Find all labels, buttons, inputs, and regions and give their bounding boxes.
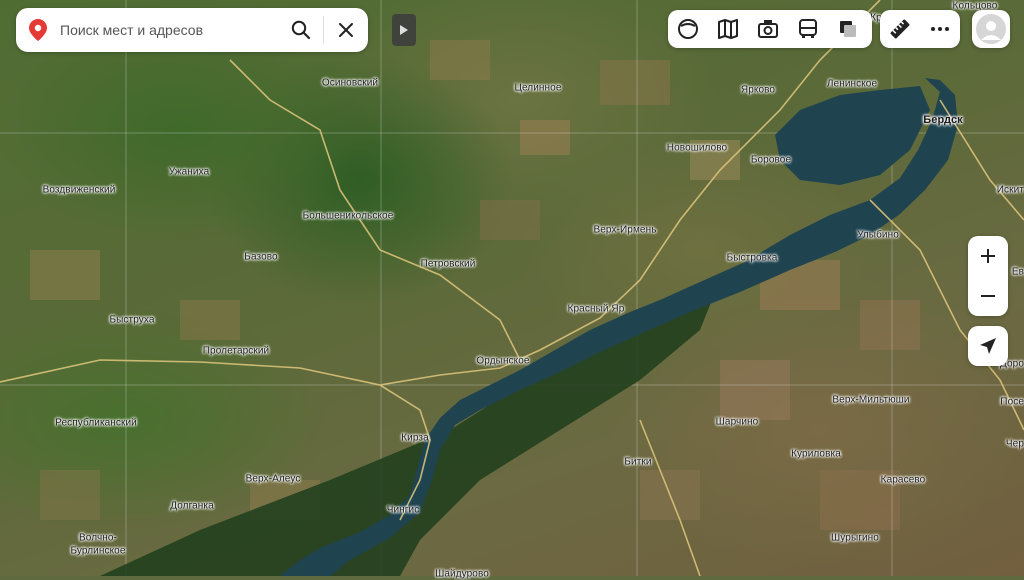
map-label-vozdvizhenskiy: Воздвиженский (42, 184, 116, 196)
minus-icon (981, 295, 995, 297)
map-label-respublikanskiy: Республиканский (55, 417, 137, 429)
more-dots-icon (931, 27, 949, 31)
map-label-ev: Ев (1011, 266, 1024, 278)
map-label-ordynskoe: Ордынское (476, 355, 530, 367)
play-triangle-icon (400, 25, 408, 35)
map-label-leninskoe: Ленинское (826, 78, 878, 90)
zoom-out-button[interactable] (968, 276, 1008, 316)
map-label-pose: Посе (1000, 396, 1024, 408)
photos-button[interactable] (748, 10, 788, 48)
zoom-controls (968, 236, 1008, 316)
clear-search-button[interactable] (324, 8, 368, 52)
zoom-in-button[interactable] (968, 236, 1008, 276)
map-label-karasevo: Карасево (880, 474, 926, 486)
bus-icon (799, 19, 817, 38)
map-label-novoshilovo: Новошилово (666, 142, 728, 154)
tools-panel (880, 10, 960, 48)
plus-icon (981, 249, 995, 263)
layers-icon (840, 21, 856, 37)
map-book-icon (718, 19, 738, 39)
transport-button[interactable] (788, 10, 828, 48)
search-panel (16, 8, 368, 52)
user-avatar-icon (976, 14, 1006, 44)
map-label-bolshenikolskoe: Большеникольское (302, 210, 394, 222)
map-label-shaydurovo: Шайдурово (435, 568, 489, 580)
ruler-icon (890, 19, 910, 39)
location-pin-icon (16, 8, 60, 52)
panorama-button[interactable] (668, 10, 708, 48)
map-label-kurilovka: Куриловка (791, 448, 841, 460)
map-label-yarkovo: Ярково (740, 84, 776, 96)
map-label-bazovo: Базово (244, 251, 278, 263)
map-label-kirza: Кирза (401, 432, 429, 444)
map-label-volchno-burlinskoe-2: Бурлинское (70, 545, 126, 557)
map-label-volchno-burlinskoe-1: Волчно- (79, 532, 117, 544)
map-label-verh-aleus: Верх-Алеус (245, 473, 301, 485)
map-label-celinnoe: Целинное (514, 82, 562, 94)
map-label-cher: Чер (1005, 438, 1024, 450)
map-label-borovoe: Боровое (750, 154, 792, 166)
navigation-arrow-icon (980, 338, 996, 354)
ruler-button[interactable] (880, 10, 920, 48)
sidebar-expand-button[interactable] (392, 14, 416, 46)
map-label-verh-miltyushi: Верх-Мильтюши (832, 394, 910, 406)
map-label-proletarskiy: Пролетарский (202, 345, 270, 357)
map-book-button[interactable] (708, 10, 748, 48)
map-label-bystrovka: Быстровка (726, 252, 778, 264)
map-label-krasny-yar: Красный Яр (567, 303, 625, 315)
map-label-shurygino: Шурыгино (831, 532, 879, 544)
map-label-osinovskiy: Осиновский (321, 77, 379, 89)
layers-button[interactable] (828, 10, 868, 48)
satellite-map[interactable]: Кольцово Кр Осиновский Целинное Ярково Л… (0, 0, 1024, 580)
map-label-petrovskiy: Петровский (420, 258, 476, 270)
map-label-chingis: Чингис (386, 504, 420, 516)
map-label-verh-irmen: Верх-Ирмень (593, 224, 657, 236)
search-button[interactable] (279, 8, 323, 52)
more-button[interactable] (920, 10, 960, 48)
map-layers-panel (668, 10, 872, 48)
panorama-icon (678, 19, 698, 39)
map-label-berdsk: Бердск (923, 114, 963, 126)
magnifier-icon (291, 20, 311, 40)
map-label-uzhaniha: Ужаниха (168, 166, 210, 178)
map-label-iskit: Искит (996, 184, 1024, 196)
user-avatar-button[interactable] (972, 10, 1010, 48)
photo-camera-icon (758, 20, 778, 38)
locate-me-button[interactable] (968, 326, 1008, 366)
map-label-ulybino: Улыбино (857, 229, 899, 241)
search-input[interactable] (60, 22, 279, 38)
map-label-bitki: Битки (624, 456, 652, 468)
map-label-dolganka: Долганка (170, 500, 214, 512)
close-icon (339, 23, 353, 37)
map-label-bystruha: Быструха (109, 314, 155, 326)
map-label-sharchino: Шарчино (715, 416, 759, 428)
